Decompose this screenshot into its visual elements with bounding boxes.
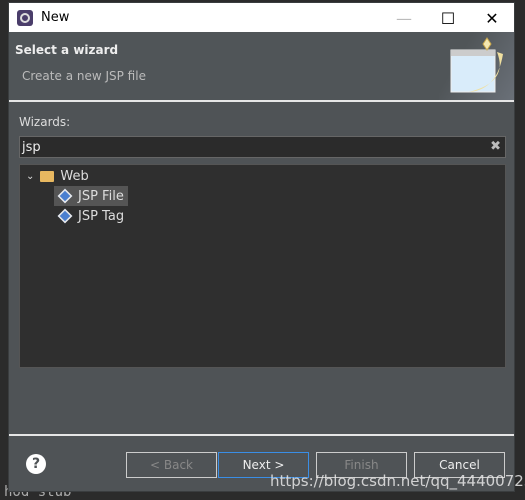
footer-divider	[9, 434, 514, 436]
help-icon[interactable]: ?	[26, 454, 46, 474]
minimize-button[interactable]: —	[382, 5, 426, 31]
wizards-label: Wizards:	[19, 115, 71, 129]
window-title: New	[41, 10, 70, 25]
chevron-down-icon[interactable]: ⌄	[26, 171, 34, 182]
title-bar: New — ☐ ✕	[9, 3, 514, 32]
back-button[interactable]: < Back	[126, 452, 217, 478]
header-title: Select a wizard	[15, 43, 119, 57]
close-button[interactable]: ✕	[470, 5, 514, 31]
maximize-button[interactable]: ☐	[426, 5, 470, 31]
wizard-filter-input[interactable]: jsp ✖	[19, 136, 506, 158]
filter-value: jsp	[22, 140, 41, 155]
tree-item-label: JSP File	[78, 188, 124, 204]
eclipse-icon	[17, 9, 33, 26]
tree-item-label: JSP Tag	[78, 208, 125, 224]
wizard-banner-icon	[439, 32, 514, 100]
tree-item-jsp-tag[interactable]: JSP Tag	[54, 206, 124, 226]
tree-item-web[interactable]: ⌄ Web	[26, 166, 89, 186]
tree-item-jsp-file[interactable]: JSP File	[54, 186, 128, 206]
new-wizard-dialog: New — ☐ ✕ Select a wizard Create a new J…	[8, 2, 515, 492]
header-description: Create a new JSP file	[22, 69, 146, 83]
tree-item-label: Web	[60, 168, 89, 184]
watermark: https://blog.csdn.net/qq_44400723	[270, 472, 525, 490]
wizard-tree: ⌄ Web JSP File JSP Tag	[19, 164, 506, 368]
jsp-file-icon	[57, 188, 73, 204]
clear-filter-icon[interactable]: ✖	[490, 139, 501, 154]
folder-open-icon	[40, 170, 55, 182]
wizard-header: Select a wizard Create a new JSP file	[9, 32, 514, 102]
jsp-tag-icon	[57, 208, 73, 224]
